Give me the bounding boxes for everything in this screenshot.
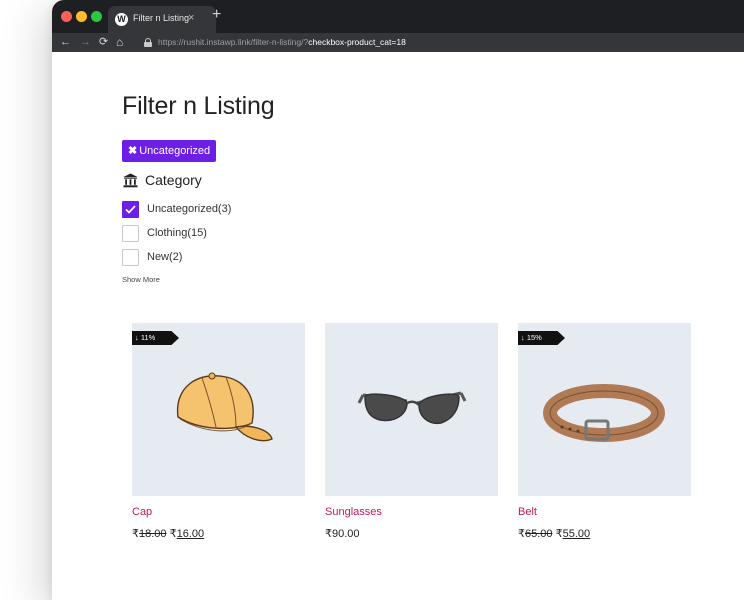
show-more-link[interactable]: Show More — [122, 275, 160, 284]
bank-icon — [123, 173, 138, 188]
browser-toolbar: ← → ⟳ ⌂ https://rushit.instawp.link/filt… — [52, 33, 744, 52]
close-window-button[interactable] — [61, 11, 72, 22]
tab-title: Filter n Listing — [133, 13, 190, 23]
product-name[interactable]: Sunglasses — [325, 506, 382, 518]
home-icon[interactable]: ⌂ — [116, 34, 123, 50]
option-label: New(2) — [147, 251, 183, 263]
active-filter-chip[interactable]: ✖ Uncategorized — [122, 140, 217, 162]
minimize-window-button[interactable] — [76, 11, 87, 22]
remove-filter-icon[interactable]: ✖ — [128, 145, 137, 157]
url-query: checkbox-product_cat=18 — [308, 37, 406, 47]
tab-close-icon[interactable]: × — [188, 11, 194, 25]
checkbox[interactable] — [122, 249, 139, 266]
lock-icon — [144, 38, 152, 47]
checkbox-checked[interactable] — [122, 201, 139, 218]
discount-badge: ↓ 15% — [518, 331, 565, 345]
cap-icon — [176, 372, 273, 442]
filter-title: Category — [145, 172, 202, 188]
browser-tab[interactable]: W Filter n Listing × — [108, 6, 216, 33]
tab-strip: W Filter n Listing × + — [52, 0, 744, 33]
product-image-cap[interactable]: ↓ 11% — [132, 323, 305, 496]
belt-icon — [543, 384, 665, 442]
product-price: ₹18.00 ₹16.00 — [132, 528, 205, 540]
old-price: 18.00 — [139, 528, 167, 540]
product-image-sunglasses[interactable] — [325, 323, 498, 496]
maximize-window-button[interactable] — [91, 11, 102, 22]
forward-arrow-icon[interactable]: → — [80, 34, 91, 50]
option-label: Uncategorized(3) — [147, 203, 232, 215]
product-price: ₹65.00 ₹55.00 — [518, 528, 591, 540]
url-base: https://rushit.instawp.link/filter-n-lis… — [158, 37, 309, 47]
checkbox[interactable] — [122, 225, 139, 242]
discount-badge: ↓ 11% — [132, 331, 179, 345]
wordpress-icon: W — [115, 13, 128, 26]
address-bar[interactable]: https://rushit.instawp.link/filter-n-lis… — [158, 37, 406, 48]
regular-price: 90.00 — [332, 528, 360, 540]
active-filter-label: Uncategorized — [139, 145, 211, 157]
sunglasses-icon — [357, 391, 467, 425]
reload-icon[interactable]: ⟳ — [99, 34, 108, 50]
sale-price: 55.00 — [562, 528, 591, 540]
product-name[interactable]: Belt — [518, 506, 537, 518]
sale-price: 16.00 — [176, 528, 205, 540]
old-price: 65.00 — [525, 528, 553, 540]
product-price: ₹90.00 — [325, 528, 360, 540]
option-label: Clothing(15) — [147, 227, 207, 239]
browser-window: W Filter n Listing × + ← → ⟳ ⌂ https://r… — [52, 0, 744, 600]
page-title: Filter n Listing — [122, 92, 275, 120]
new-tab-button[interactable]: + — [212, 6, 221, 24]
back-arrow-icon[interactable]: ← — [60, 34, 71, 50]
check-icon — [125, 205, 136, 214]
product-image-belt[interactable]: ↓ 15% — [518, 323, 691, 496]
product-name[interactable]: Cap — [132, 506, 152, 518]
